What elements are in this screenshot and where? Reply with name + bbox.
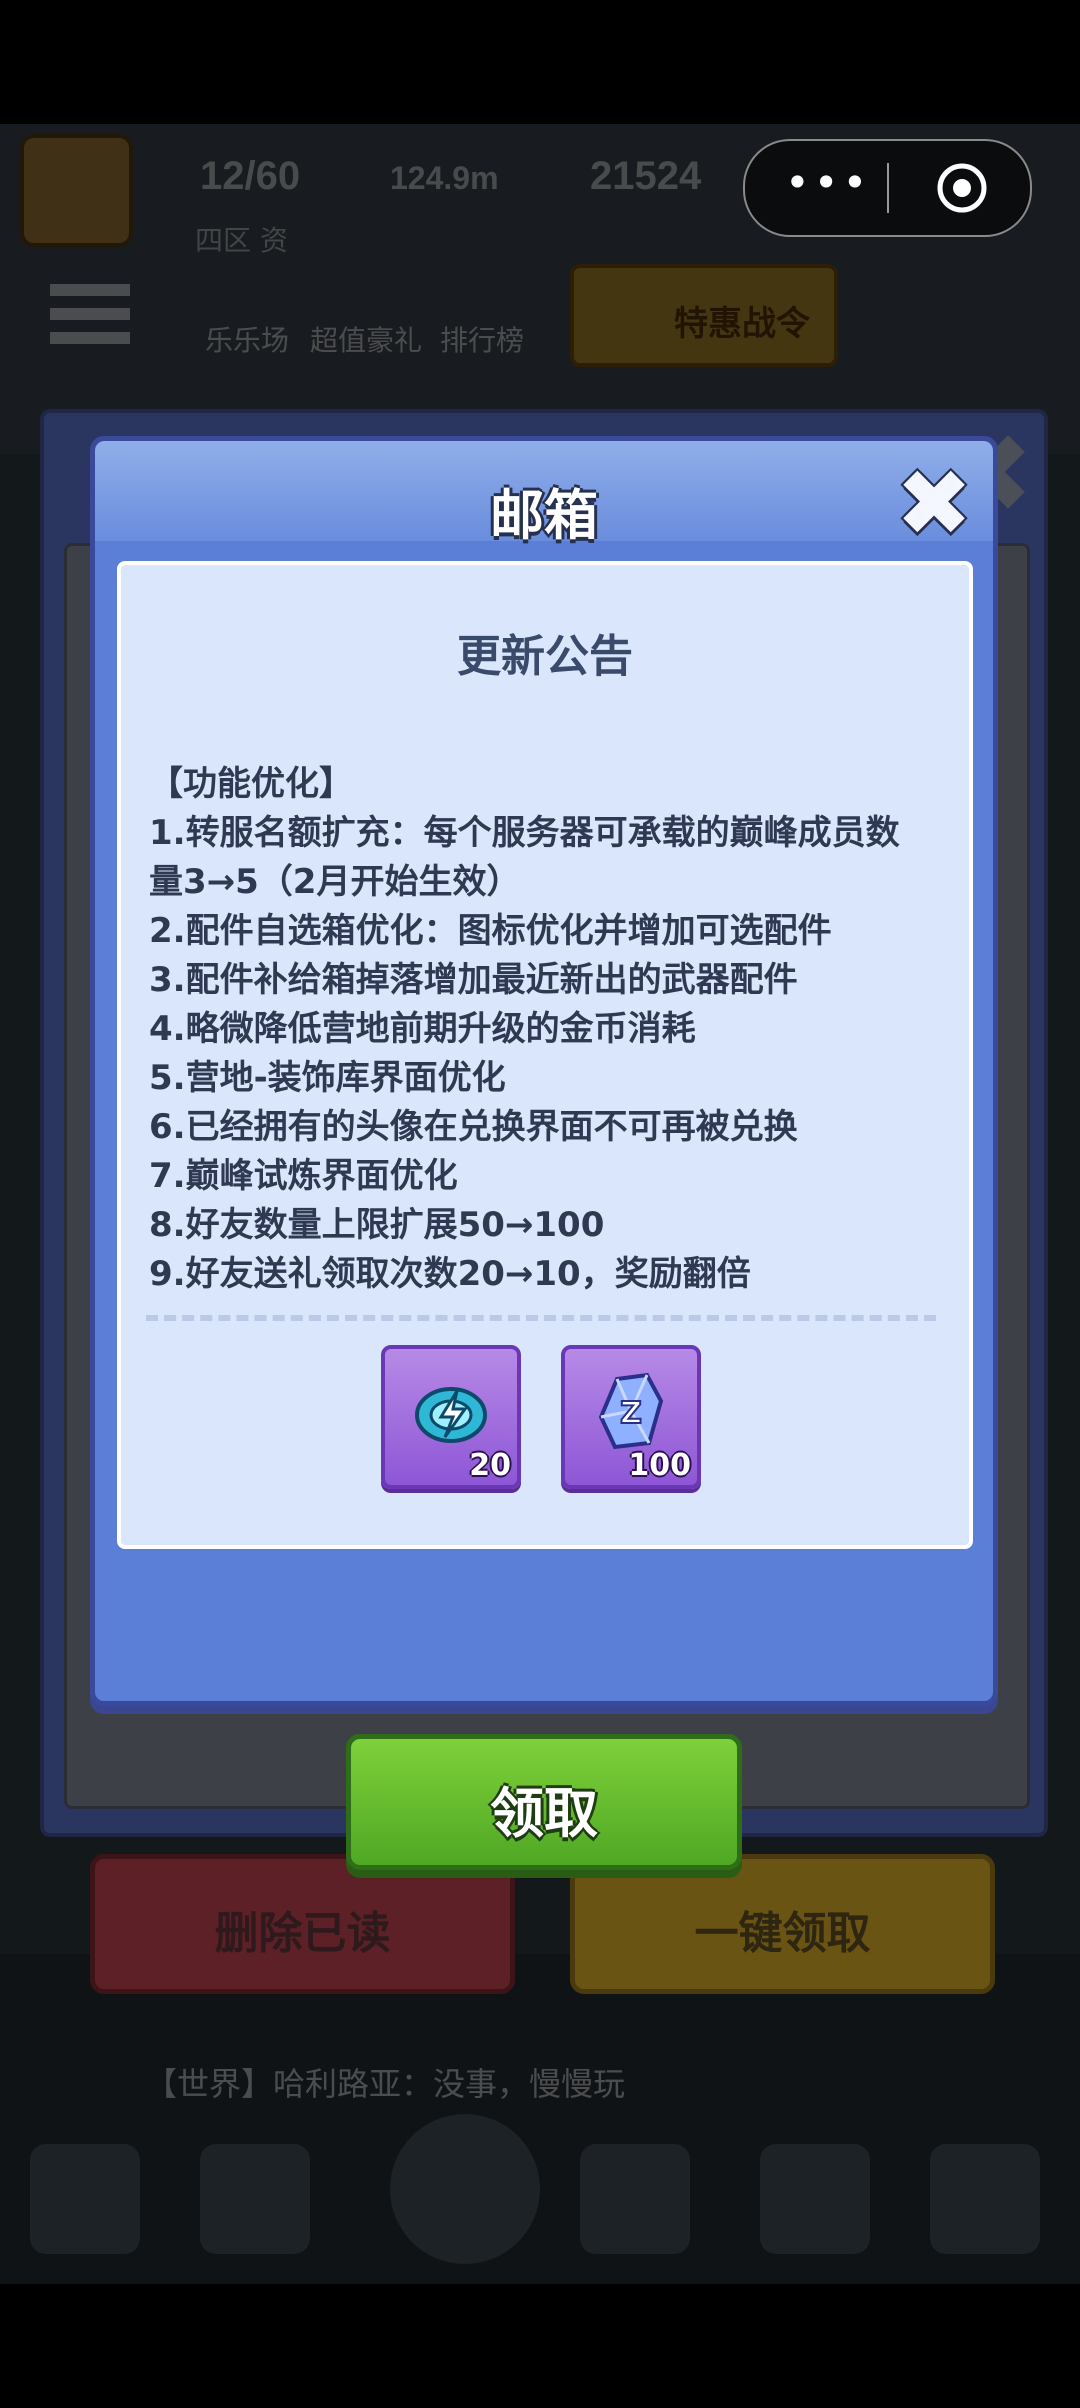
claim-button[interactable]: 领取 bbox=[346, 1734, 742, 1870]
blue-crystal-icon: Z bbox=[598, 1372, 664, 1450]
reward-item[interactable]: Z 100 bbox=[561, 1345, 701, 1489]
server-label: 四区 资 bbox=[195, 224, 288, 257]
dialog-title: 邮箱 bbox=[490, 484, 598, 547]
notice-line: 【功能优化】 bbox=[149, 764, 353, 804]
notice-line: 3.配件补给箱掉落增加最近新出的武器配件 bbox=[149, 960, 798, 1000]
close-icon[interactable]: ✖ bbox=[895, 458, 973, 550]
svg-text:Z: Z bbox=[620, 1396, 642, 1431]
gold-stat: 124.9m bbox=[390, 160, 499, 196]
notice-line: 7.巅峰试炼界面优化 bbox=[149, 1156, 458, 1196]
capsule-separator bbox=[887, 163, 889, 213]
notice-line: 4.略微降低营地前期升级的金币消耗 bbox=[149, 1009, 696, 1049]
exit-target-icon[interactable] bbox=[935, 161, 989, 215]
dock-icon bbox=[930, 2144, 1040, 2254]
claim-all-label: 一键领取 bbox=[694, 1908, 871, 1959]
delete-read-label: 删除已读 bbox=[214, 1908, 391, 1959]
dock-icon bbox=[390, 2114, 540, 2264]
reward-count: 100 bbox=[628, 1448, 691, 1483]
reward-count: 20 bbox=[469, 1448, 511, 1483]
dock-icon bbox=[200, 2144, 310, 2254]
gem-stat: 21524 bbox=[590, 154, 702, 198]
notice-title: 更新公告 bbox=[457, 631, 633, 682]
pass-banner: 特惠战令 bbox=[570, 264, 838, 367]
claim-label: 领取 bbox=[490, 1782, 598, 1845]
stamina-stat: 12/60 bbox=[200, 154, 301, 198]
notice-line: 量3→5（2月开始生效） bbox=[149, 862, 521, 902]
notice-body: 【功能优化】 1.转服名额扩充：每个服务器可承载的巅峰成员数 量3→5（2月开始… bbox=[149, 760, 939, 1299]
notice-line: 1.转服名额扩充：每个服务器可承载的巅峰成员数 bbox=[149, 813, 900, 853]
bottom-dock bbox=[0, 1954, 1080, 2284]
energy-disc-icon bbox=[415, 1387, 487, 1443]
divider bbox=[146, 1315, 936, 1321]
mini-program-capsule: ••• bbox=[743, 139, 1032, 237]
more-icon[interactable]: ••• bbox=[785, 161, 867, 211]
notice-line: 5.营地-装饰库界面优化 bbox=[149, 1058, 506, 1098]
delete-read-button: 删除已读 bbox=[90, 1854, 515, 1994]
nav-item: 乐乐场 bbox=[205, 324, 290, 357]
mail-dialog: 邮箱 ✖ 更新公告 【功能优化】 1.转服名额扩充：每个服务器可承载的巅峰成员数… bbox=[90, 436, 998, 1706]
notice-line: 8.好友数量上限扩展50→100 bbox=[149, 1205, 605, 1245]
menu-icon bbox=[50, 284, 130, 344]
dock-icon bbox=[760, 2144, 870, 2254]
avatar bbox=[20, 134, 133, 247]
reward-item[interactable]: 20 bbox=[381, 1345, 521, 1489]
dock-icon bbox=[580, 2144, 690, 2254]
notice-line: 2.配件自选箱优化：图标优化并增加可选配件 bbox=[149, 911, 832, 951]
mail-content: 更新公告 【功能优化】 1.转服名额扩充：每个服务器可承载的巅峰成员数 量3→5… bbox=[117, 561, 973, 1549]
claim-all-button: 一键领取 bbox=[570, 1854, 995, 1994]
notice-line: 9.好友送礼领取次数20→10，奖励翻倍 bbox=[149, 1254, 751, 1294]
notice-line: 6.已经拥有的头像在兑换界面不可再被兑换 bbox=[149, 1107, 798, 1147]
world-chat: 【世界】哈利路亚：没事，慢慢玩 bbox=[145, 2065, 626, 2103]
dock-icon bbox=[30, 2144, 140, 2254]
nav-item: 排行榜 bbox=[440, 324, 525, 357]
nav-item: 超值豪礼 bbox=[310, 324, 423, 357]
